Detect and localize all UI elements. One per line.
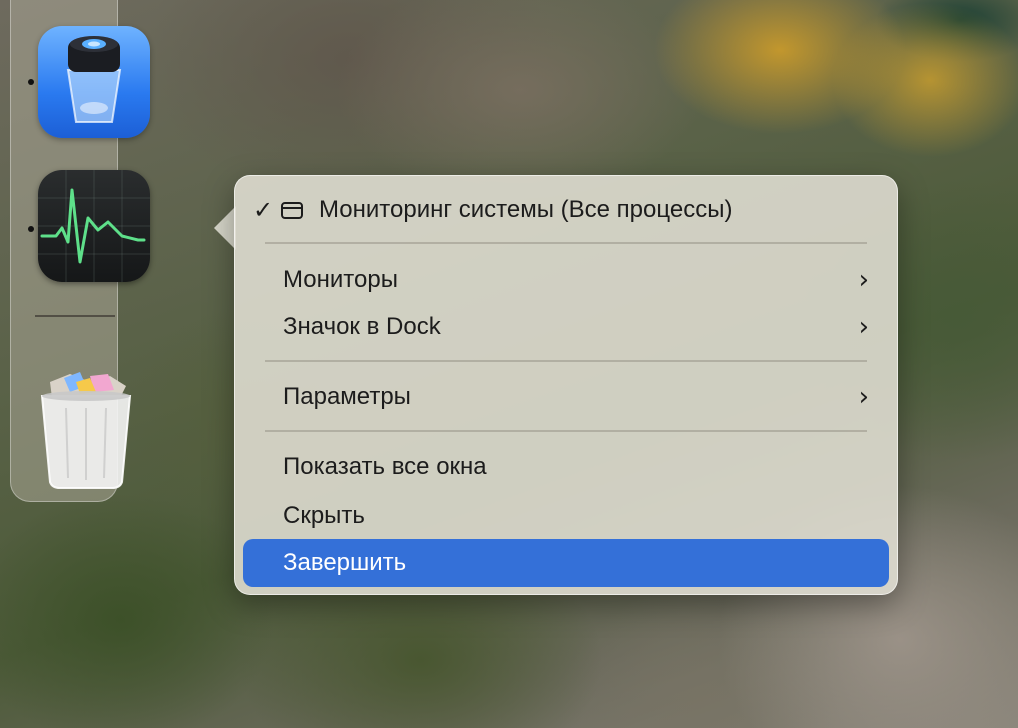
chevron-right-icon: › <box>858 382 869 412</box>
running-indicator-preview <box>28 79 34 85</box>
menu-item-label: Завершить <box>283 549 407 576</box>
menu-item-show-all-windows[interactable]: Показать все окна <box>243 444 889 490</box>
chevron-right-icon: › <box>858 312 869 342</box>
checkmark-icon: ✓ <box>253 196 274 224</box>
menu-item-label: Мониторы <box>283 266 398 293</box>
menu-item-label: Параметры <box>283 383 411 410</box>
menu-separator <box>265 242 867 244</box>
menu-item-dock-icon[interactable]: Значок в Dock › <box>243 304 889 350</box>
menu-item-options[interactable]: Параметры › <box>243 374 889 420</box>
preview-app-icon[interactable] <box>38 26 150 138</box>
menu-item-label: Показать все окна <box>283 453 487 480</box>
preview-magnifier-icon <box>66 36 122 123</box>
chevron-right-icon: › <box>858 265 869 295</box>
menu-title-label: Мониторинг системы (Все процессы) <box>319 196 733 223</box>
menu-separator <box>265 430 867 432</box>
menu-item-monitors[interactable]: Мониторы › <box>243 257 889 303</box>
window-icon <box>281 201 303 219</box>
menu-separator <box>265 360 867 362</box>
menu-item-label: Скрыть <box>283 502 365 529</box>
running-indicator-activity-monitor <box>28 226 34 232</box>
trash-full-icon <box>40 372 132 489</box>
menu-item-hide[interactable]: Скрыть <box>243 493 889 539</box>
dock-divider <box>35 315 115 317</box>
menu-item-app-window[interactable]: ✓ Мониторинг системы (Все процессы) <box>243 187 889 233</box>
dock-context-menu: ✓ Мониторинг системы (Все процессы) Мони… <box>234 175 898 595</box>
activity-monitor-app-icon[interactable] <box>38 170 150 282</box>
menu-item-quit[interactable]: Завершить <box>243 539 889 587</box>
menu-item-label: Значок в Dock <box>283 313 441 340</box>
menu-pointer <box>214 206 236 250</box>
activity-monitor-icon <box>38 170 150 282</box>
trash-app-icon[interactable] <box>30 372 142 490</box>
